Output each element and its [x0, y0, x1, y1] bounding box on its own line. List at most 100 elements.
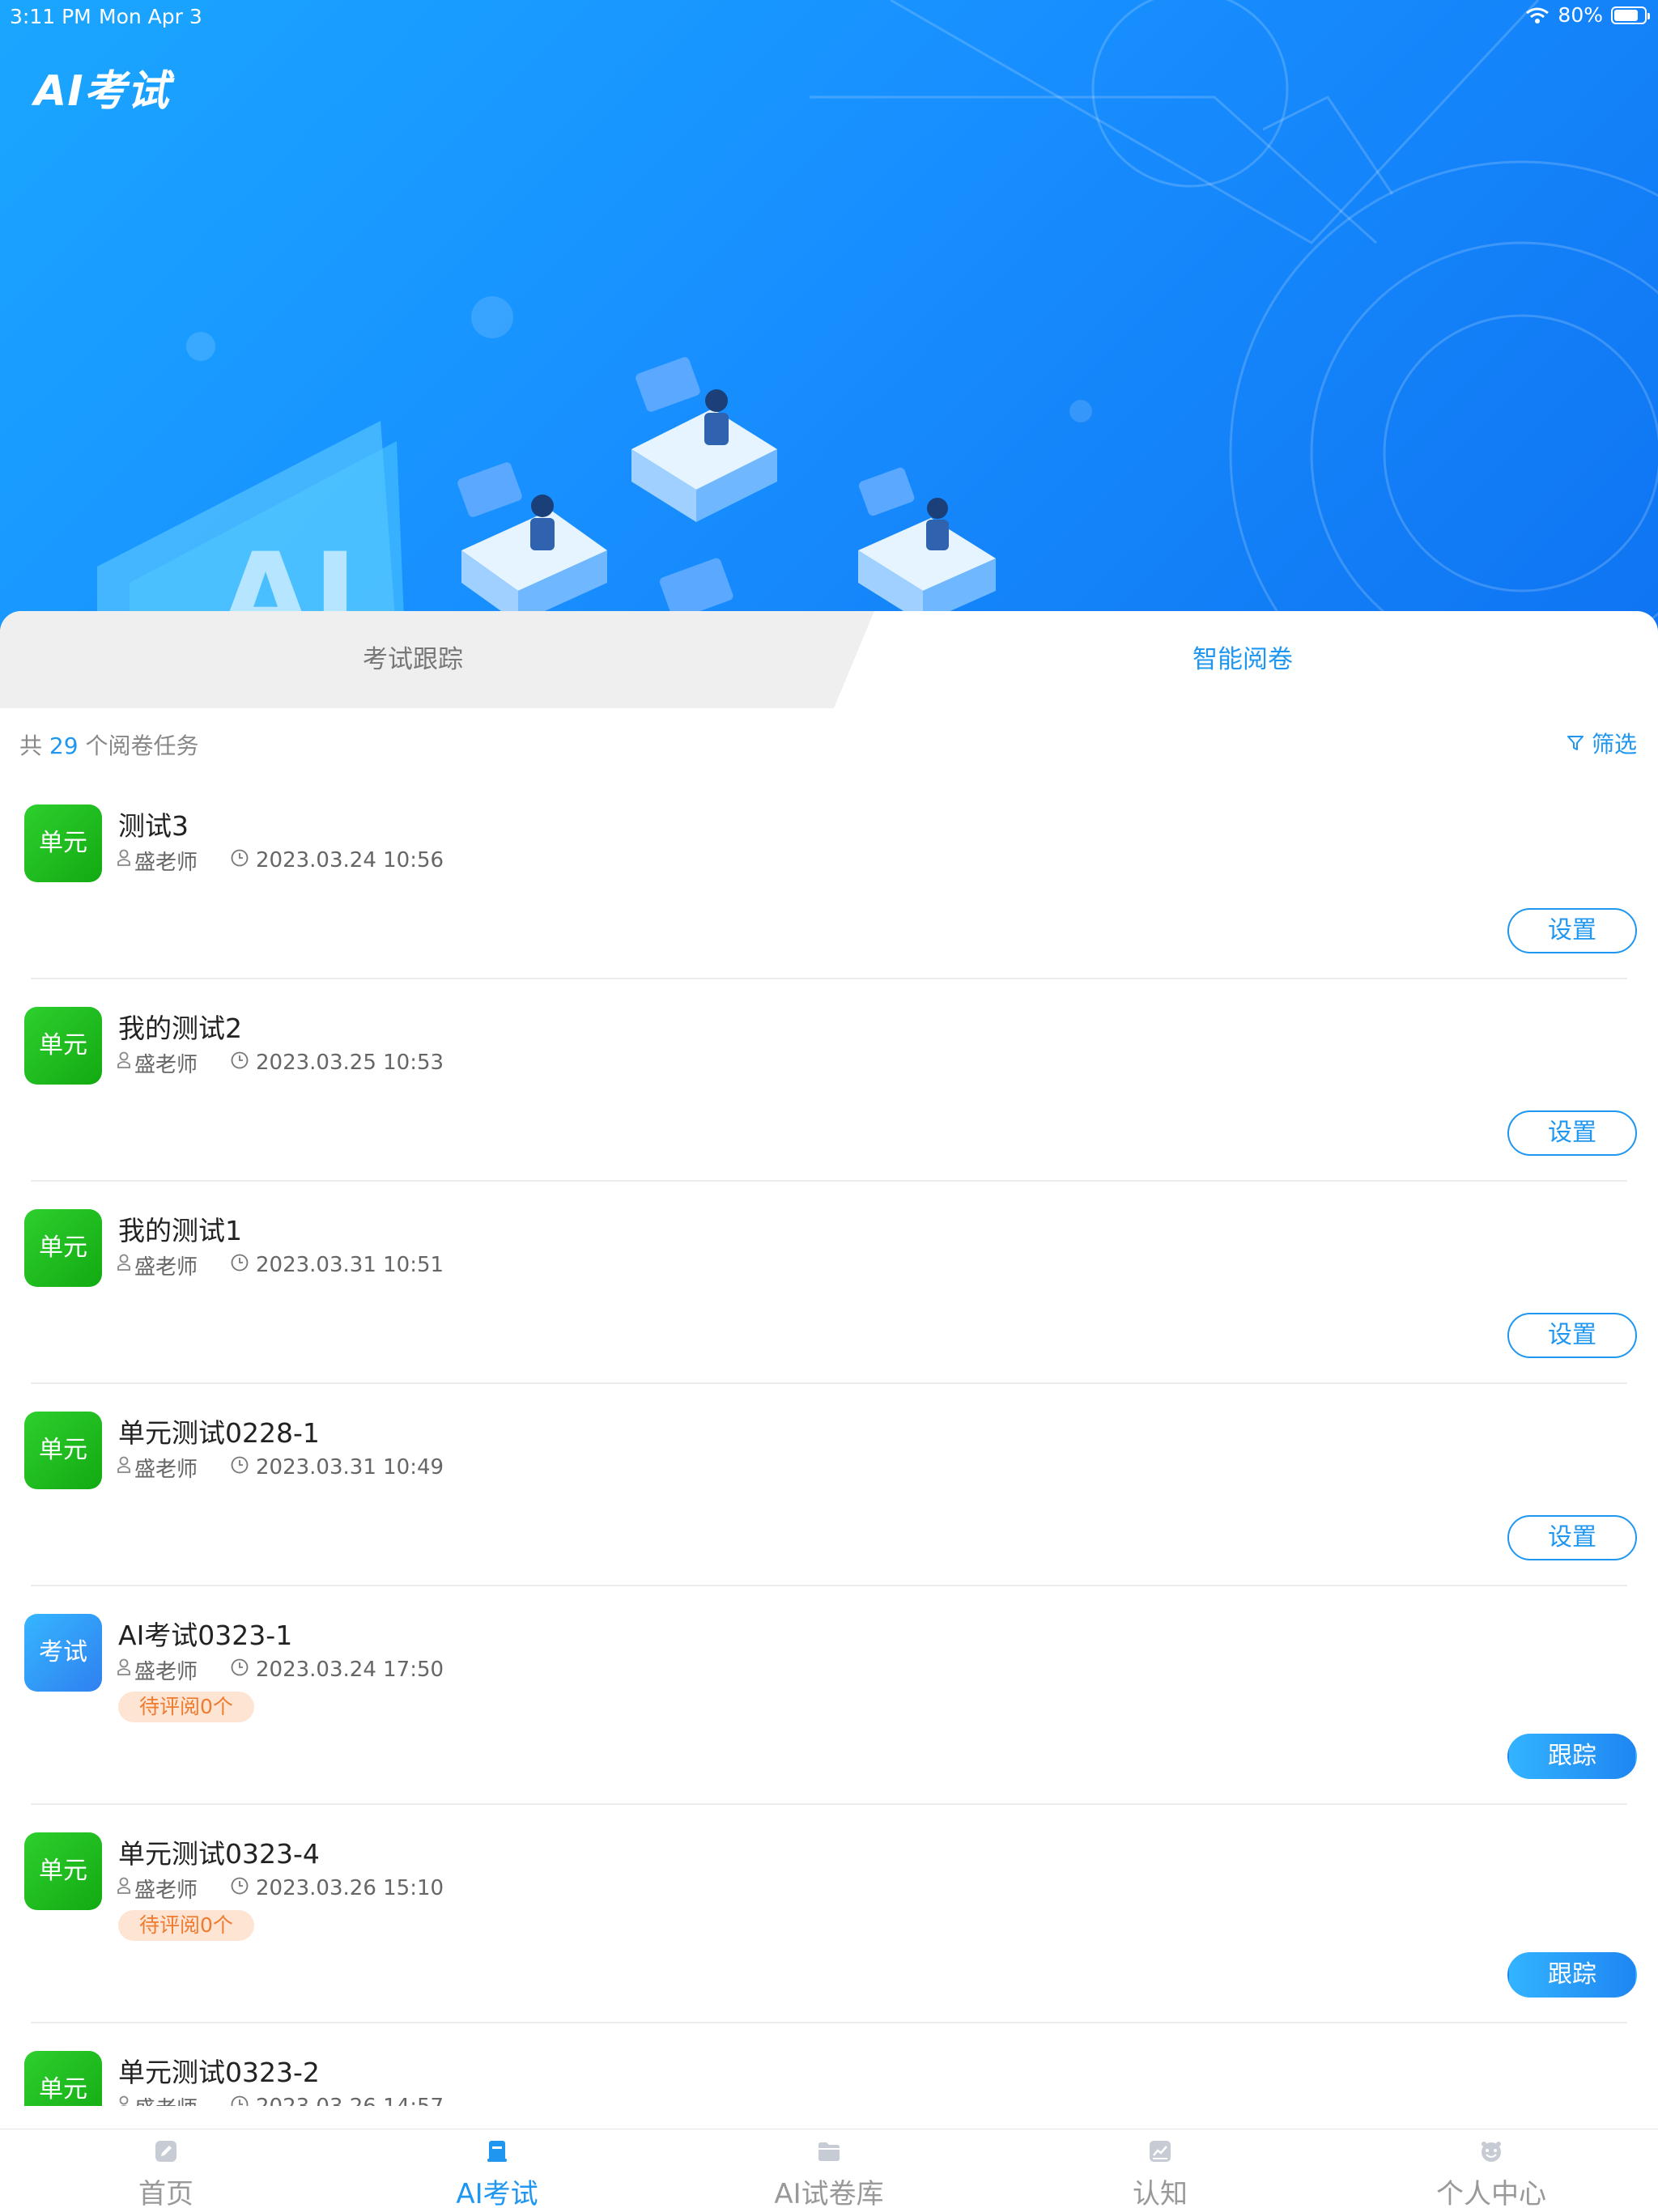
task-meta: 盛老师 2023.03.26 15:10 — [117, 1876, 602, 1903]
tab-bar: 考试跟踪 智能阅卷 — [0, 611, 1658, 708]
grading-task-list: 单元 测试3 盛老师 2023.03.24 10:56 设置 单元 我的测试2 盛老师 2023… — [0, 777, 1658, 2106]
filter-button[interactable]: 筛选 — [1566, 727, 1637, 759]
nav-label: 个人中心 — [1436, 2178, 1546, 2210]
track-button[interactable]: 跟踪 — [1507, 1734, 1637, 1779]
settings-button[interactable]: 设置 — [1507, 1515, 1637, 1560]
task-card[interactable]: 单元 单元测试0228-1 盛老师 2023.03.31 10:49 设置 — [0, 1384, 1658, 1586]
teacher-name: 盛老师 — [134, 1457, 198, 1482]
status-time: 3:11 PM — [10, 5, 91, 28]
task-time: 2023.03.24 17:50 — [230, 1658, 444, 1683]
task-type-badge: 单元 — [24, 1832, 102, 1910]
task-time: 2023.03.24 10:56 — [230, 848, 444, 873]
nav-label: 首页 — [138, 2178, 193, 2210]
hero-illustration: AI — [97, 0, 1658, 639]
task-time: 2023.03.26 14:57 — [230, 2095, 444, 2106]
task-title: 我的测试2 — [118, 1013, 242, 1044]
task-title: 测试3 — [118, 810, 189, 842]
task-title: 单元测试0323-4 — [118, 1838, 320, 1870]
task-time-value: 2023.03.25 10:53 — [256, 1051, 444, 1075]
person-icon — [117, 1253, 131, 1277]
task-meta: 盛老师 2023.03.26 14:57 — [117, 2095, 602, 2106]
task-meta: 盛老师 2023.03.24 10:56 — [117, 848, 602, 875]
tab-smart-grading[interactable]: 智能阅卷 — [834, 611, 1652, 708]
person-icon — [117, 1658, 131, 1682]
summary-suffix: 个阅卷任务 — [85, 732, 199, 759]
settings-button[interactable]: 设置 — [1507, 1110, 1637, 1156]
task-card[interactable]: 单元 我的测试2 盛老师 2023.03.25 10:53 设置 — [0, 979, 1658, 1182]
settings-button[interactable]: 设置 — [1507, 1313, 1637, 1358]
exam-icon — [485, 2139, 509, 2163]
task-time-value: 2023.03.24 17:50 — [256, 1658, 444, 1682]
task-time: 2023.03.25 10:53 — [230, 1051, 444, 1076]
pending-review-tag: 待评阅0个 — [118, 1910, 254, 1941]
settings-button[interactable]: 设置 — [1507, 908, 1637, 953]
tab-exam-tracking[interactable]: 考试跟踪 — [0, 611, 826, 708]
clock-icon — [230, 1051, 249, 1076]
folder-icon — [817, 2139, 841, 2163]
clock-icon — [230, 1876, 249, 1901]
task-type-badge: 单元 — [24, 1007, 102, 1085]
teacher: 盛老师 — [117, 1048, 198, 1078]
status-indicators: 80% — [1525, 3, 1650, 27]
hero-banner: AI 3:11 PM Mon Apr 3 80% AI考试 — [0, 0, 1658, 639]
task-time-value: 2023.03.31 10:51 — [256, 1253, 444, 1277]
teacher: 盛老师 — [117, 1250, 198, 1280]
task-type-badge: 单元 — [24, 805, 102, 882]
nav-item[interactable]: AI试卷库 — [708, 2129, 950, 2212]
person-icon — [117, 1051, 131, 1075]
teacher: 盛老师 — [117, 846, 198, 876]
person-icon — [117, 1876, 131, 1900]
filter-label: 筛选 — [1591, 731, 1637, 758]
person-icon — [117, 1455, 131, 1480]
nav-label: 认知 — [1133, 2178, 1188, 2210]
bottom-nav: 首页 AI考试 AI试卷库 认知 个人中心 — [0, 2129, 1658, 2212]
face-icon — [1479, 2139, 1503, 2163]
nav-item[interactable]: AI考试 — [376, 2129, 619, 2212]
person-icon — [117, 848, 131, 872]
task-type-badge: 单元 — [24, 2051, 102, 2106]
task-card[interactable]: 单元 我的测试1 盛老师 2023.03.31 10:51 设置 — [0, 1182, 1658, 1384]
task-card[interactable]: 单元 单元测试0323-4 盛老师 2023.03.26 15:10 待评阅0个 跟踪 — [0, 1805, 1658, 2023]
chart-icon — [1148, 2139, 1172, 2163]
teacher: 盛老师 — [117, 1453, 198, 1483]
teacher: 盛老师 — [117, 2092, 198, 2107]
task-type-badge: 考试 — [24, 1614, 102, 1692]
teacher-name: 盛老师 — [134, 2092, 198, 2107]
task-count: 29 — [49, 732, 79, 759]
nav-label: AI试卷库 — [774, 2178, 884, 2210]
task-time: 2023.03.31 10:49 — [230, 1455, 444, 1480]
task-time-value: 2023.03.24 10:56 — [256, 848, 444, 872]
task-card[interactable]: 单元单元测试0323-2 盛老师 2023.03.26 14:57 — [0, 2023, 1658, 2106]
clock-icon — [230, 1253, 249, 1278]
teacher: 盛老师 — [117, 1655, 198, 1685]
clock-icon — [230, 1658, 249, 1683]
track-button[interactable]: 跟踪 — [1507, 1952, 1637, 1998]
person-icon — [117, 2095, 131, 2106]
task-time-value: 2023.03.26 14:57 — [256, 2095, 444, 2106]
teacher-name: 盛老师 — [134, 1052, 198, 1077]
nav-item[interactable]: 个人中心 — [1370, 2129, 1613, 2212]
clock-icon — [230, 1455, 249, 1480]
nav-label: AI考试 — [456, 2178, 538, 2210]
task-title: 单元测试0228-1 — [118, 1417, 320, 1449]
task-card[interactable]: 单元 测试3 盛老师 2023.03.24 10:56 设置 — [0, 777, 1658, 979]
wifi-icon — [1526, 7, 1550, 23]
task-time-value: 2023.03.26 15:10 — [256, 1876, 444, 1900]
nav-item[interactable]: 首页 — [45, 2129, 287, 2212]
task-time: 2023.03.31 10:51 — [230, 1253, 444, 1278]
task-card[interactable]: 考试 AI考试0323-1 盛老师 2023.03.24 17:50 待评阅0个 跟踪 — [0, 1586, 1658, 1805]
task-meta: 盛老师 2023.03.31 10:49 — [117, 1453, 602, 1483]
pending-review-tag: 待评阅0个 — [118, 1692, 254, 1722]
teacher-name: 盛老师 — [134, 1255, 198, 1280]
task-meta: 盛老师 2023.03.24 17:50 — [117, 1655, 602, 1685]
teacher: 盛老师 — [117, 1874, 198, 1904]
teacher-name: 盛老师 — [134, 1659, 198, 1684]
battery-percent: 80% — [1558, 3, 1603, 27]
task-title: 单元测试0323-2 — [118, 2057, 320, 2088]
summary-prefix: 共 — [19, 732, 43, 759]
task-time-value: 2023.03.31 10:49 — [256, 1455, 444, 1480]
page-title: AI考试 — [34, 67, 170, 116]
task-meta: 盛老师 2023.03.31 10:51 — [117, 1250, 602, 1280]
status-date: Mon Apr 3 — [99, 5, 202, 28]
nav-item[interactable]: 认知 — [1039, 2129, 1282, 2212]
